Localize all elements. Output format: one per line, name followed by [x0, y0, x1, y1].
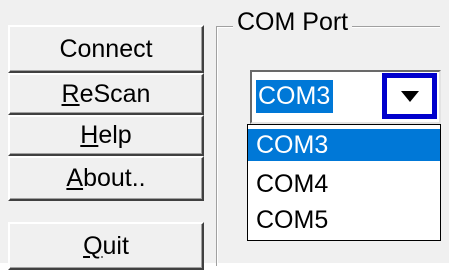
- about-label: bout..: [83, 164, 146, 192]
- combobox-selected-value: COM3: [256, 80, 334, 113]
- help-mnemonic: H: [80, 121, 99, 149]
- connect-label: Connect: [59, 34, 153, 63]
- about-mnemonic: A: [66, 164, 84, 192]
- help-label: elp: [98, 121, 132, 149]
- quit-mnemonic: Q: [83, 231, 103, 260]
- dropdown-option-com5[interactable]: COM5: [248, 204, 440, 236]
- dialog-panel: Connect ReScan Help About.. Quit COM Por…: [0, 0, 449, 270]
- rescan-button[interactable]: ReScan: [8, 73, 204, 115]
- connect-button[interactable]: Connect: [8, 25, 204, 73]
- rescan-mnemonic: R: [61, 79, 80, 108]
- com-port-group-title: COM Port: [233, 8, 353, 37]
- dropdown-option-com3[interactable]: COM3: [248, 129, 440, 161]
- chevron-down-icon: [400, 90, 419, 102]
- dropdown-arrow-button[interactable]: [382, 73, 437, 119]
- quit-label: uit: [102, 231, 129, 260]
- dropdown-option-com4[interactable]: COM4: [248, 168, 440, 200]
- rescan-label: eScan: [79, 79, 151, 108]
- about-button[interactable]: About..: [8, 156, 204, 201]
- help-button[interactable]: Help: [8, 115, 204, 156]
- com-port-dropdown-list: COM3 COM4 COM5: [247, 124, 441, 241]
- com-port-combobox[interactable]: COM3: [250, 70, 441, 124]
